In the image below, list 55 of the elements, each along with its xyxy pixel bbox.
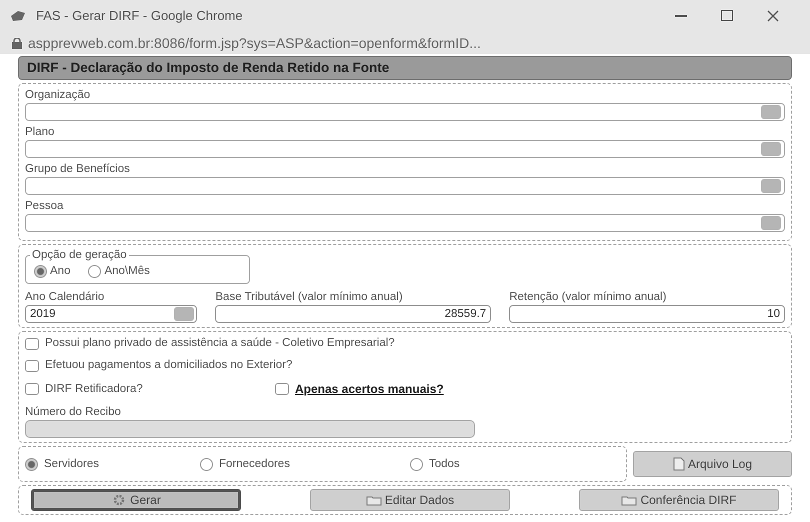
- dropdown-field[interactable]: [25, 177, 785, 196]
- manual-adjustments-link[interactable]: Apenas acertos manuais?: [295, 380, 444, 398]
- document-icon: [672, 457, 685, 472]
- field-label: Número do Recibo: [25, 405, 122, 420]
- action-button[interactable]: Editar Dados: [310, 489, 510, 512]
- radio-label: Fornecedores: [219, 456, 290, 472]
- app-icon: [10, 10, 26, 22]
- dropdown-field[interactable]: [25, 140, 785, 158]
- number-input[interactable]: 28559.7: [215, 305, 492, 324]
- radio-button[interactable]: [25, 458, 38, 471]
- checkbox[interactable]: [25, 383, 39, 396]
- field-label: Pessoa: [25, 199, 64, 214]
- group-legend: Opção de geração: [30, 249, 129, 262]
- close-icon: [767, 10, 779, 22]
- form-title: DIRF - Declaração do Imposto de Renda Retido na Fonte: [18, 56, 792, 80]
- dropdown-field[interactable]: [25, 103, 785, 122]
- radio-button[interactable]: [410, 458, 423, 471]
- field-label: Organização: [25, 88, 92, 104]
- radio-label: Todos: [429, 456, 460, 472]
- checkbox[interactable]: [25, 338, 39, 350]
- number-input[interactable]: 10: [509, 305, 785, 324]
- dropdown-button[interactable]: [761, 142, 781, 156]
- dropdown-button[interactable]: [761, 179, 781, 194]
- checkbox-label: Possui plano privado de assistência a saúde - Coletivo Empresarial?: [45, 336, 395, 352]
- window-title: FAS - Gerar DIRF - Google Chrome: [36, 7, 244, 26]
- dropdown-field[interactable]: [25, 214, 785, 232]
- field-label: Grupo de Benefícios: [25, 162, 131, 178]
- action-button[interactable]: Conferência DIRF: [579, 489, 779, 512]
- dropdown-button[interactable]: [174, 307, 194, 322]
- action-button[interactable]: Gerar: [31, 489, 241, 512]
- folder-icon: [621, 494, 638, 506]
- dropdown-button[interactable]: [761, 216, 781, 230]
- folder-icon: [366, 494, 382, 506]
- address-url: aspprevweb.com.br:8086/form.jsp?sys=ASP&action=openform&formID...: [28, 34, 481, 53]
- field-value: 2019: [30, 306, 56, 322]
- radio-label: Ano: [50, 264, 70, 280]
- radio-label: Ano\Mês: [104, 264, 150, 280]
- dropdown-field[interactable]: 2019: [25, 305, 198, 324]
- field-label: Base Tributável (valor mínimo anual): [215, 290, 404, 306]
- field-label: Plano: [25, 125, 56, 140]
- checkbox-label: Efetuou pagamentos a domiciliados no Exterior?: [45, 358, 292, 374]
- radio-button[interactable]: [34, 265, 47, 278]
- checkbox-label: DIRF Retificadora?: [45, 382, 143, 397]
- lock-icon: [12, 38, 22, 48]
- field-label: Ano Calendário: [25, 290, 106, 306]
- radio-button[interactable]: [88, 265, 102, 278]
- radio-button[interactable]: [200, 458, 213, 471]
- radio-label: Servidores: [44, 456, 99, 472]
- checkbox[interactable]: [275, 383, 289, 396]
- dropdown-button[interactable]: [761, 105, 781, 120]
- log-button[interactable]: Arquivo Log: [633, 451, 792, 478]
- maximize-icon: [721, 10, 733, 22]
- field-label: Retenção (valor mínimo anual): [509, 290, 668, 306]
- checkbox[interactable]: [25, 360, 39, 372]
- minimize-icon: [675, 14, 687, 17]
